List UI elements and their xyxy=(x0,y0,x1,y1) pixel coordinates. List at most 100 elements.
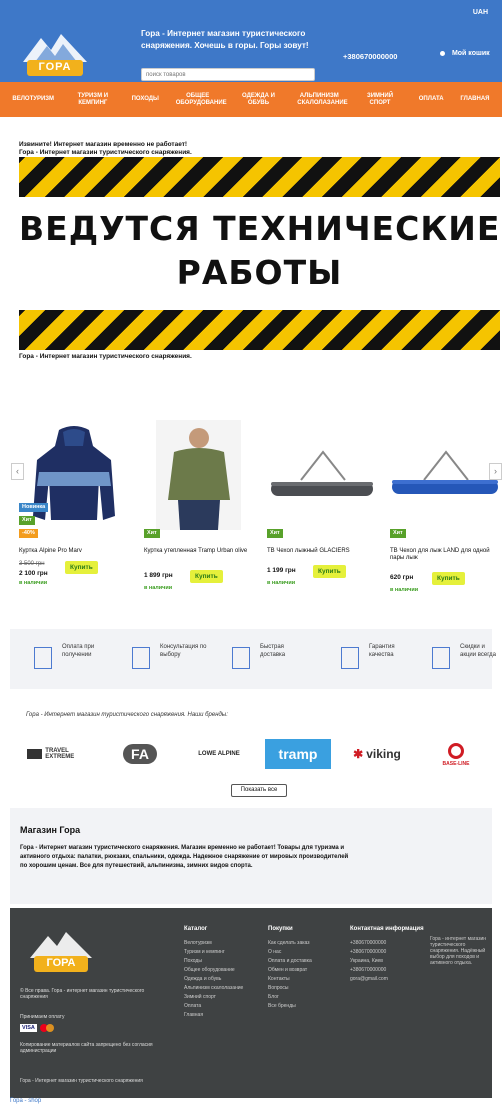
nav-item[interactable]: ГЛАВНАЯ xyxy=(460,96,489,103)
hit-badge: Хит xyxy=(19,516,35,525)
product-price: 1 199 грн xyxy=(267,567,296,574)
footer-link[interactable]: Общее оборудование xyxy=(184,967,246,973)
advantage-icon xyxy=(432,647,450,669)
product-name[interactable]: ТВ Чехол лыжный GLACIERS xyxy=(267,548,377,555)
nav-item[interactable]: ТУРИЗМ И КЕМПИНГ xyxy=(71,93,115,107)
brand-logo[interactable]: LOWE ALPINE xyxy=(186,743,252,765)
brand-logo[interactable]: BASE-LINE xyxy=(428,738,484,772)
nav-item[interactable]: ОДЕЖДА И ОБУВЬ xyxy=(236,93,280,107)
header-tagline: Гора - Интернет магазин туристического с… xyxy=(141,29,309,50)
footer-logo[interactable]: ГОРА xyxy=(26,928,96,974)
product-availability: в наличии xyxy=(144,585,173,591)
product-name[interactable]: Куртка Alpine Pro Marv xyxy=(19,548,129,555)
footer-link[interactable]: Как сделать заказ xyxy=(268,940,330,946)
brand-name: viking xyxy=(366,747,401,761)
cart-label: Мой кошик xyxy=(451,50,490,57)
search-input[interactable] xyxy=(141,68,315,81)
footer-link[interactable]: Походы xyxy=(184,958,246,964)
product-old-price: 3 500 грн xyxy=(19,561,45,567)
footer-pay-label: Принимаем оплату xyxy=(20,1014,65,1020)
footer-link[interactable]: Туризм и кемпинг xyxy=(184,949,246,955)
banner-subtitle: РАБОТЫ xyxy=(176,253,343,292)
hit-badge: Хит xyxy=(144,529,160,538)
footer-column-title: Покупки xyxy=(268,926,293,932)
product-image[interactable] xyxy=(267,420,377,530)
currency-selector[interactable]: UAH xyxy=(473,9,488,16)
mastercard-icon xyxy=(39,1024,54,1032)
cart-icon xyxy=(440,50,445,56)
header-phone[interactable]: +380670000000 xyxy=(343,52,397,61)
product-card[interactable]: Хит Куртка утепленная Tramp Urban olive … xyxy=(144,420,254,600)
nav-item[interactable]: ЗИМНИЙ СПОРТ xyxy=(358,93,402,107)
footer-link[interactable]: Одежда и обувь xyxy=(184,976,246,982)
product-price: 620 грн xyxy=(390,574,414,581)
product-card[interactable]: Хит ТВ Чехол лыжный GLACIERS 1 199 грн в… xyxy=(267,420,377,600)
product-card[interactable]: Хит ТВ Чехол для лыж LAND для одной пары… xyxy=(390,420,500,600)
brand-name: BASE-LINE xyxy=(442,761,470,767)
footer-link[interactable]: Альпинизм скалолазание xyxy=(184,985,246,991)
buy-button[interactable]: Купить xyxy=(313,565,346,578)
footer-link[interactable]: Вопросы xyxy=(268,985,330,991)
product-name[interactable]: Куртка утепленная Tramp Urban olive xyxy=(144,548,254,555)
product-card[interactable]: Новинка Хит -40% Куртка Alpine Pro Marv … xyxy=(19,420,129,600)
brand-logo[interactable]: FA xyxy=(107,743,173,765)
main-nav: ВЕЛОТУРИЗМ ТУРИЗМ И КЕМПИНГ ПОХОДЫ ОБЩЕЕ… xyxy=(0,82,502,117)
footer-link[interactable]: Велотуризм xyxy=(184,940,246,946)
site-logo[interactable]: ГОРА xyxy=(19,30,91,80)
footer-catalog-column: Каталог Велотуризм Туризм и кемпинг Похо… xyxy=(184,926,246,1021)
footer-contact[interactable]: +380670000000 xyxy=(350,949,412,955)
brand-logo[interactable]: tramp xyxy=(265,739,331,769)
nav-item[interactable]: ВЕЛОТУРИЗМ xyxy=(12,96,54,103)
nav-item[interactable]: АЛЬПИНИЗМ СКАЛОЛАЗАНИЕ xyxy=(297,93,347,107)
brand-logo[interactable]: TRAVEL EXTREME xyxy=(27,743,97,765)
visa-icon: VISA xyxy=(20,1024,37,1033)
footer-note: Копирование материалов сайта запрещено б… xyxy=(20,1042,153,1054)
nav-item[interactable]: Оплата xyxy=(419,96,444,103)
about-text: Гора - Интернет магазин туристического с… xyxy=(20,845,349,869)
product-image[interactable] xyxy=(144,420,254,530)
buy-button[interactable]: Купить xyxy=(190,570,223,583)
nav-item[interactable]: ОБЩЕЕ ОБОРУДОВАНИЕ xyxy=(176,93,227,107)
advantage-text: Гарантия качества xyxy=(369,644,395,658)
viking-icon: ✱ xyxy=(353,747,364,761)
advantage-icon xyxy=(232,647,250,669)
buy-button[interactable]: Купить xyxy=(432,572,465,585)
footer-logo-text: ГОРА xyxy=(46,957,76,969)
advantage-text: Консультация по выбору xyxy=(160,644,207,658)
footer-link[interactable]: Главная xyxy=(184,1012,246,1018)
advantage-text: Скидки и акции всегда xyxy=(460,644,496,658)
footer-about-column: Гора - интернет магазин туристического с… xyxy=(430,936,488,969)
product-price: 2 100 грн xyxy=(19,570,48,577)
notice-line: Извините! Интернет магазин временно не р… xyxy=(19,141,188,148)
advantage-text: Быстрая доставка xyxy=(260,644,286,658)
buy-button[interactable]: Купить xyxy=(65,561,98,574)
footer-contact[interactable]: gora@gmail.com xyxy=(350,976,412,982)
footer-contact: Украина, Киев xyxy=(350,958,383,964)
footer-purchases-column: Покупки Как сделать заказ О нас Оплата и… xyxy=(268,926,330,1012)
brand-name: LOWE ALPINE xyxy=(198,751,240,757)
footer-contact[interactable]: +380670000000 xyxy=(350,940,412,946)
footer-contact[interactable]: +380670000000 xyxy=(350,967,412,973)
product-availability: в наличии xyxy=(390,587,419,593)
footer-link[interactable]: О нас xyxy=(268,949,330,955)
nav-item[interactable]: ПОХОДЫ xyxy=(132,96,159,103)
payment-methods: VISA xyxy=(20,1024,170,1033)
product-image[interactable] xyxy=(390,420,500,530)
brand-logo[interactable]: ✱ viking xyxy=(343,743,411,765)
hit-badge: Хит xyxy=(390,529,406,538)
footer-note: Гора - Интернет магазин туристического с… xyxy=(20,1078,143,1084)
footer-link[interactable]: Обмен и возврат xyxy=(268,967,330,973)
footer-link[interactable]: Оплата xyxy=(184,1003,246,1009)
logo-text: ГОРА xyxy=(38,61,72,73)
warning-stripe xyxy=(19,157,500,197)
product-image[interactable] xyxy=(19,420,129,530)
product-name[interactable]: ТВ Чехол для лыж LAND для одной пары лыж xyxy=(390,548,500,562)
cart-button[interactable]: Мой кошик xyxy=(440,50,490,57)
bottom-badge[interactable]: Гора - shop xyxy=(10,1098,41,1104)
footer-link[interactable]: Зимний спорт xyxy=(184,994,246,1000)
show-all-brands-button[interactable]: Показать все xyxy=(231,784,287,797)
footer-link[interactable]: Оплата и доставка xyxy=(268,958,330,964)
footer-link[interactable]: Все бренды xyxy=(268,1003,330,1009)
footer-link[interactable]: Контакты xyxy=(268,976,330,982)
footer-link[interactable]: Блог xyxy=(268,994,330,1000)
